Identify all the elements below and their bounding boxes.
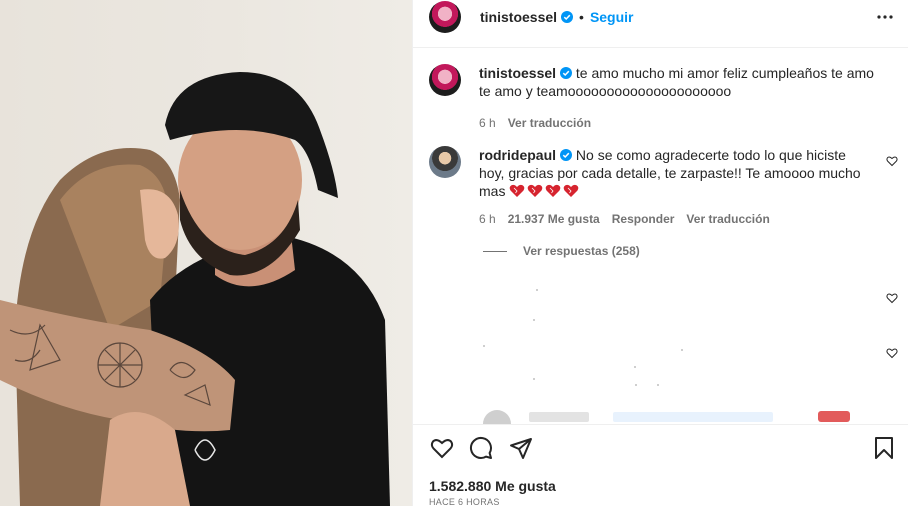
comment-text-line3: mas [479,183,506,199]
comment-text-line2: hoy, gracias por cada detalle, te zarpas… [479,165,861,181]
view-replies-button[interactable]: Ver respuestas (258) [483,244,640,258]
separator-dot: • [579,8,584,25]
action-bar [413,432,908,468]
heart-emoji-icon [510,184,525,197]
post-likes[interactable]: 1.582.880 Me gusta [429,478,556,494]
partial-comment [483,408,883,424]
reply-button[interactable]: Responder [612,212,675,226]
comment-username[interactable]: rodridepaul [479,147,556,163]
translate-link[interactable]: Ver traducción [686,212,769,226]
post-header: tinistoessel • Seguir [413,0,908,33]
verified-icon [560,67,573,79]
caption-username[interactable]: tinistoessel [479,65,556,81]
share-icon[interactable] [509,436,533,460]
more-options-icon[interactable] [876,8,894,26]
follow-button[interactable]: Seguir [590,9,634,25]
avatar[interactable] [429,146,461,178]
heart-icon[interactable] [886,347,898,359]
comment-text-line1: No se como agradecerte todo lo que hicis… [575,147,846,163]
heart-emoji-icon [528,184,543,197]
avatar[interactable] [483,410,511,424]
heart-emojis [509,184,579,198]
post-time[interactable]: HACE 6 HORAS [429,497,500,506]
verified-icon [560,149,573,161]
comment-time[interactable]: 6 h [479,212,496,226]
post-username[interactable]: tinistoessel [480,9,557,25]
heart-icon[interactable] [886,292,898,304]
post-photo[interactable] [0,0,412,506]
caption: tinistoessel te amo mucho mi amor feliz … [429,64,892,130]
header-divider [413,47,908,48]
heart-emoji-icon [564,184,579,197]
couple-photo [0,72,390,506]
caption-text-line1: te amo mucho mi amor feliz cumpleaños te… [575,65,874,81]
caption-time[interactable]: 6 h [479,116,496,130]
verified-icon [561,10,574,23]
translate-link[interactable]: Ver traducción [508,116,591,130]
save-icon[interactable] [874,436,894,460]
comment: rodridepaul No se como agradecerte todo … [429,146,892,226]
replies-line [483,250,507,252]
avatar[interactable] [429,0,461,33]
comment-likes[interactable]: 21.937 Me gusta [508,212,600,226]
post-sidebar: tinistoessel • Seguir tinistoessel te am… [412,0,908,506]
comment-icon[interactable] [469,436,493,460]
heart-icon[interactable] [886,155,898,167]
actions-divider [413,424,908,425]
caption-text-line2: te amo y teamooooooooooooooooooooo [479,83,732,99]
heart-emoji-icon [546,184,561,197]
view-replies-label: Ver respuestas (258) [523,244,640,258]
avatar[interactable] [429,64,461,96]
heart-icon[interactable] [429,436,455,460]
